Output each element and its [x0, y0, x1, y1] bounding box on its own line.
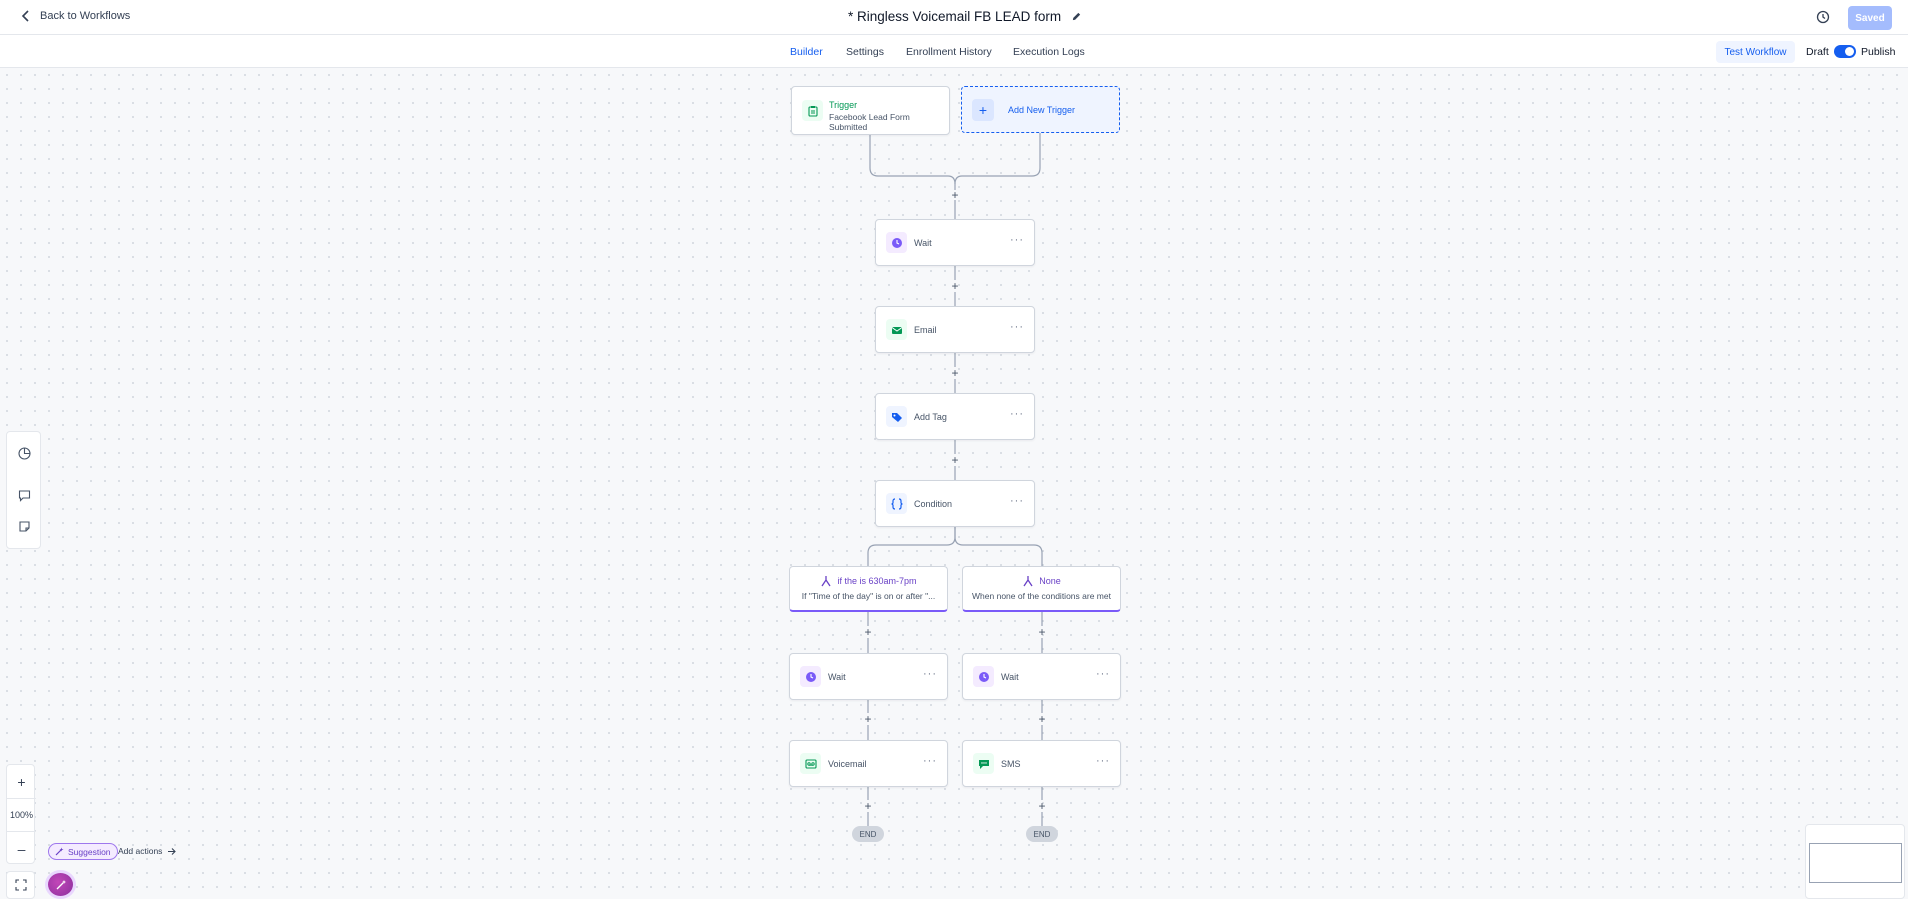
- branch-time-of-day[interactable]: if the is 630am-7pm If "Time of the day"…: [789, 566, 948, 612]
- step-add-tag[interactable]: Add Tag ···: [875, 393, 1035, 440]
- add-step-plus[interactable]: +: [1036, 800, 1048, 812]
- chevron-left-icon: [21, 10, 29, 22]
- publish-toggle[interactable]: [1834, 45, 1856, 58]
- canvas-tools-panel: [6, 431, 41, 549]
- more-options-icon[interactable]: ···: [923, 755, 937, 767]
- step-label: SMS: [1001, 759, 1021, 769]
- step-wait-right[interactable]: Wait ···: [962, 653, 1121, 700]
- add-step-plus[interactable]: +: [1036, 626, 1048, 638]
- more-options-icon[interactable]: ···: [1010, 495, 1024, 507]
- braces-icon: [886, 493, 907, 514]
- add-step-plus[interactable]: +: [1036, 713, 1048, 725]
- tab-settings[interactable]: Settings: [846, 46, 884, 58]
- step-label: Email: [914, 325, 937, 335]
- voicemail-icon: [800, 753, 821, 774]
- email-icon: [886, 319, 907, 340]
- top-bar: Back to Workflows * Ringless Voicemail F…: [0, 0, 1908, 35]
- workflow-title: * Ringless Voicemail FB LEAD form: [848, 9, 1082, 24]
- tag-icon: [886, 406, 907, 427]
- end-marker: END: [852, 826, 884, 842]
- clipboard-icon: [802, 100, 823, 121]
- add-step-plus[interactable]: +: [862, 713, 874, 725]
- sparkle-wand-icon: [56, 879, 66, 889]
- pie-chart-icon[interactable]: [18, 447, 31, 460]
- branch-icon: [821, 576, 832, 587]
- step-label: Add Tag: [914, 412, 947, 422]
- step-label: Voicemail: [828, 759, 867, 769]
- step-email[interactable]: Email ···: [875, 306, 1035, 353]
- more-options-icon[interactable]: ···: [1010, 234, 1024, 246]
- suggestion-badge[interactable]: Suggestion: [48, 843, 118, 860]
- trigger-title: Trigger: [829, 100, 858, 110]
- plus-icon: +: [972, 98, 994, 121]
- add-step-plus[interactable]: +: [949, 454, 961, 466]
- workflow-title-text: * Ringless Voicemail FB LEAD form: [848, 9, 1062, 24]
- back-to-workflows-link[interactable]: Back to Workflows: [20, 10, 130, 22]
- saved-button[interactable]: Saved: [1848, 6, 1892, 30]
- trigger-subtitle: Facebook Lead Form Submitted: [829, 112, 910, 132]
- branch-subtitle: If "Time of the day" is on or after "...: [801, 591, 936, 601]
- more-options-icon[interactable]: ···: [923, 668, 937, 680]
- add-actions-label: Add actions: [118, 846, 163, 856]
- more-options-icon[interactable]: ···: [1010, 408, 1024, 420]
- add-step-plus[interactable]: +: [949, 189, 961, 201]
- arrow-right-icon: [168, 847, 177, 855]
- tab-builder[interactable]: Builder: [788, 46, 825, 70]
- zoom-controls: + 100% –: [6, 764, 36, 865]
- back-label: Back to Workflows: [40, 10, 131, 22]
- clock-icon: [800, 666, 821, 687]
- tab-enrollment-history[interactable]: Enrollment History: [906, 46, 992, 58]
- magic-wand-icon: [55, 847, 64, 856]
- comment-icon[interactable]: [18, 489, 31, 502]
- clock-icon: [973, 666, 994, 687]
- branch-subtitle: When none of the conditions are met: [972, 591, 1111, 601]
- more-options-icon[interactable]: ···: [1096, 755, 1110, 767]
- add-new-trigger-button[interactable]: + Add New Trigger: [961, 86, 1120, 133]
- branch-none[interactable]: None When none of the conditions are met: [962, 566, 1121, 612]
- branch-icon: [1023, 576, 1033, 587]
- step-label: Wait: [1001, 672, 1019, 682]
- sticky-note-icon[interactable]: [18, 520, 31, 533]
- more-options-icon[interactable]: ···: [1010, 321, 1024, 333]
- zoom-in-button[interactable]: +: [7, 765, 36, 798]
- zoom-out-button[interactable]: –: [7, 832, 36, 865]
- tab-bar: Builder Settings Enrollment History Exec…: [0, 35, 1908, 70]
- more-options-icon[interactable]: ···: [1096, 668, 1110, 680]
- step-sms[interactable]: SMS ···: [962, 740, 1121, 787]
- step-label: Condition: [914, 499, 953, 509]
- step-condition[interactable]: Condition ···: [875, 480, 1035, 527]
- add-trigger-label: Add New Trigger: [1008, 104, 1076, 115]
- add-step-plus[interactable]: +: [862, 626, 874, 638]
- branch-title: None: [1039, 576, 1061, 586]
- minimap[interactable]: [1805, 824, 1905, 899]
- trigger-node[interactable]: Trigger Facebook Lead Form Submitted: [791, 86, 950, 135]
- clock-icon: [886, 232, 907, 253]
- end-marker: END: [1026, 826, 1058, 842]
- draft-label: Draft: [1806, 46, 1829, 58]
- add-step-plus[interactable]: +: [949, 280, 961, 292]
- branch-title: if the is 630am-7pm: [837, 576, 917, 586]
- step-label: Wait: [828, 672, 846, 682]
- test-workflow-button[interactable]: Test Workflow: [1716, 41, 1795, 63]
- minimap-viewport[interactable]: [1809, 843, 1902, 883]
- history-icon[interactable]: [1816, 10, 1830, 24]
- publish-label: Publish: [1861, 46, 1896, 58]
- zoom-level: 100%: [7, 798, 36, 832]
- tab-execution-logs[interactable]: Execution Logs: [1013, 46, 1085, 58]
- expand-icon: [14, 879, 27, 891]
- add-step-plus[interactable]: +: [949, 367, 961, 379]
- step-voicemail[interactable]: Voicemail ···: [789, 740, 948, 787]
- step-wait-left[interactable]: Wait ···: [789, 653, 948, 700]
- step-label: Wait: [914, 238, 932, 248]
- add-step-plus[interactable]: +: [862, 800, 874, 812]
- suggestion-label: Suggestion: [68, 846, 111, 857]
- add-actions-link[interactable]: Add actions: [118, 846, 177, 856]
- fit-view-button[interactable]: [6, 871, 35, 899]
- step-wait[interactable]: Wait ···: [875, 219, 1035, 266]
- ai-assistant-button[interactable]: [45, 870, 76, 899]
- pencil-icon[interactable]: [1071, 11, 1082, 22]
- sms-icon: [973, 753, 994, 774]
